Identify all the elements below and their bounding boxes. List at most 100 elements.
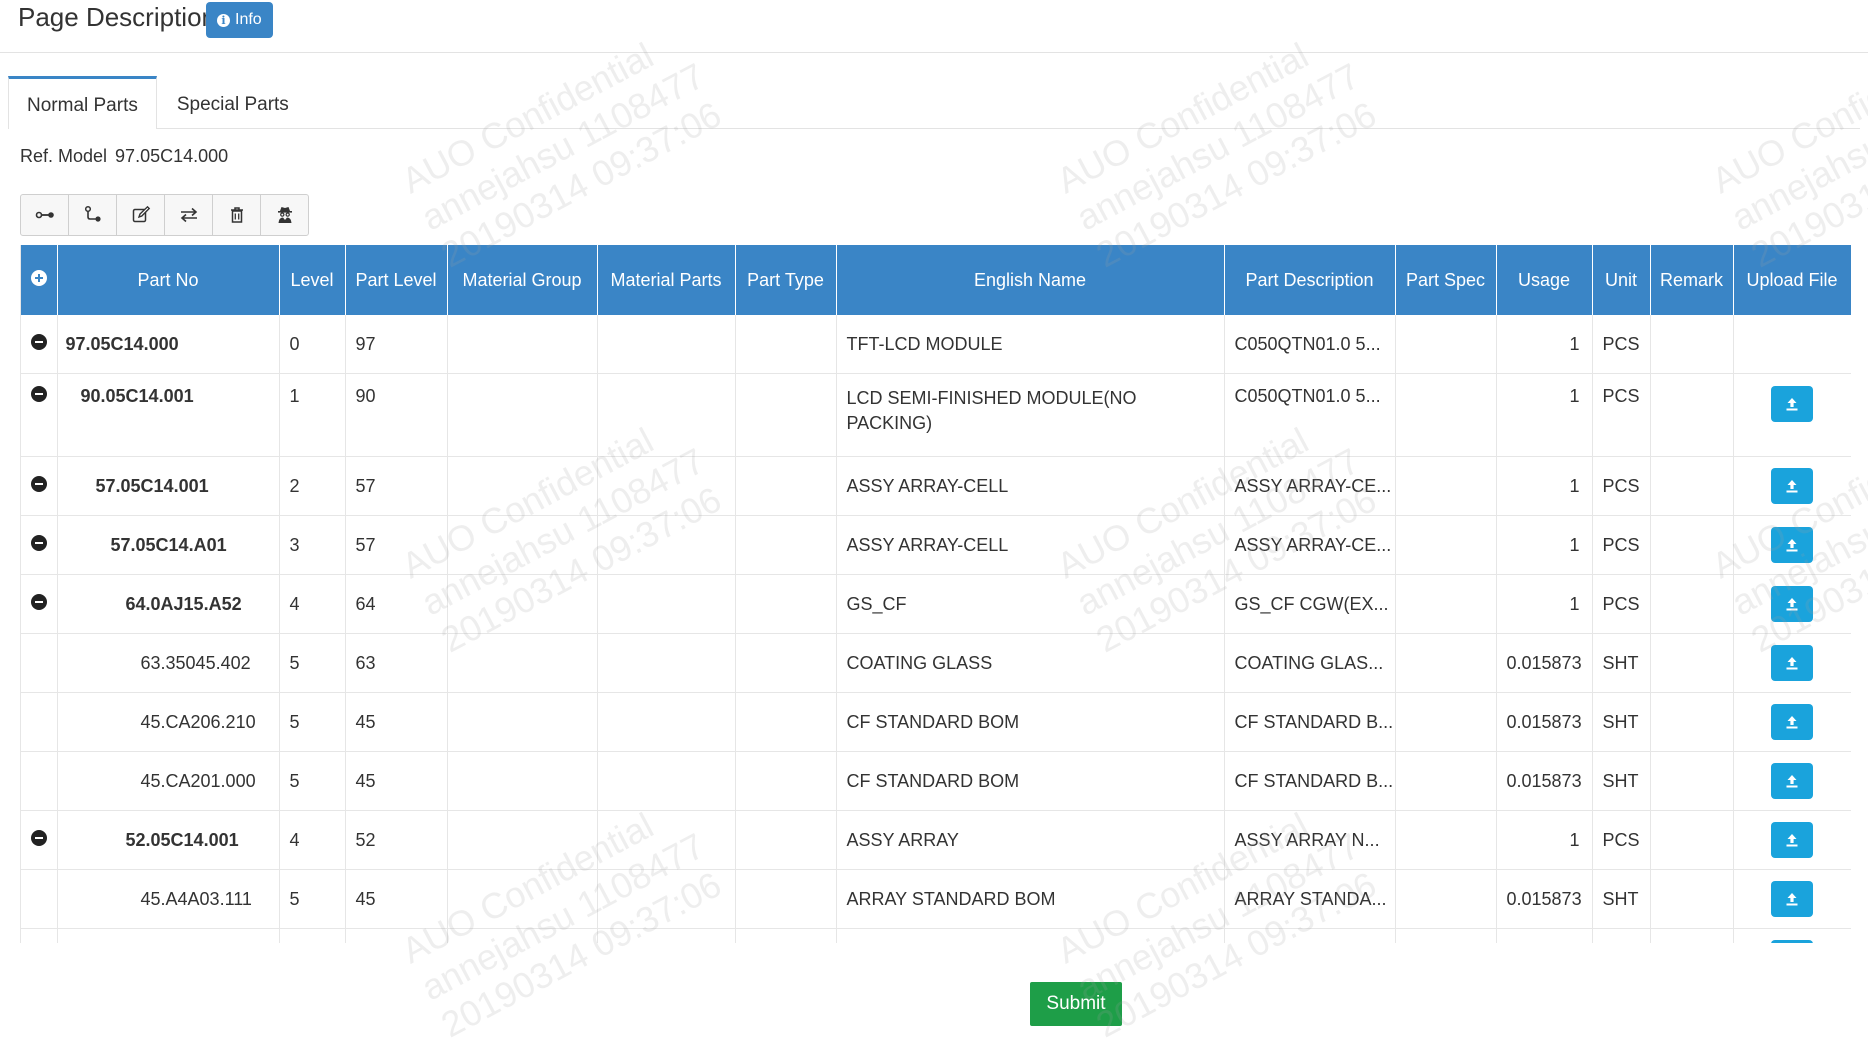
- table-row[interactable]: 54.20024.521254 FPC ASSEMBLYFPC ASSEMBLY.…: [21, 928, 1851, 943]
- row-toggle-cell[interactable]: [21, 373, 58, 457]
- plus-circle-icon[interactable]: [30, 270, 47, 286]
- info-button[interactable]: i Info: [206, 2, 273, 38]
- upload-icon: [1786, 834, 1798, 847]
- table-row[interactable]: 45.CA206.210 5 45 CF STANDARD BOM CF STANDAR…: [21, 692, 1851, 752]
- usage-cell: 1: [1496, 456, 1593, 516]
- upload-file-cell: [1733, 692, 1851, 752]
- table-row[interactable]: 45.CA201.000 5 45 CF STANDARD BOM CF STANDAR…: [21, 751, 1851, 811]
- parts-table-container[interactable]: Part No Level Part Level Material Group …: [20, 245, 1851, 943]
- upload-button[interactable]: [1771, 940, 1813, 943]
- tab-special-parts[interactable]: Special Parts: [157, 76, 309, 128]
- branch-button[interactable]: [69, 195, 117, 235]
- part-level-cell: 52: [345, 810, 448, 870]
- collapse-minus-icon[interactable]: [30, 593, 47, 610]
- english-name-cell: COATING GLASS: [836, 633, 1225, 693]
- remark-cell: [1650, 574, 1734, 634]
- collapse-minus-icon[interactable]: [30, 386, 47, 402]
- upload-button[interactable]: [1771, 386, 1813, 422]
- part-type-cell: [735, 751, 837, 811]
- remark-cell: [1650, 869, 1734, 929]
- col-header-part-type: Part Type: [735, 245, 837, 315]
- row-toggle-cell[interactable]: [21, 456, 58, 516]
- usage-cell: 1: [1496, 810, 1593, 870]
- row-toggle-cell[interactable]: [21, 810, 58, 870]
- delete-button[interactable]: [213, 195, 261, 235]
- english-name-cell: ASSY ARRAY-CELL: [836, 515, 1225, 575]
- table-row[interactable]: 64.0AJ15.A52 4 64 GS_CF GS_CF CGW(EX... 1 PCS: [21, 574, 1851, 634]
- upload-icon: [1786, 598, 1798, 611]
- part-level-cell: 63: [345, 633, 448, 693]
- expand-all-header[interactable]: [21, 245, 58, 315]
- col-header-part-spec: Part Spec: [1395, 245, 1497, 315]
- upload-icon: [1786, 716, 1798, 729]
- collapse-minus-icon[interactable]: [30, 829, 47, 846]
- swap-button[interactable]: [165, 195, 213, 235]
- part-description-cell: ASSY ARRAY-CE...: [1224, 456, 1396, 516]
- unit-cell: PCS: [1592, 315, 1651, 374]
- collapse-minus-icon[interactable]: [30, 475, 47, 492]
- collapse-minus-icon[interactable]: [30, 534, 47, 551]
- table-row[interactable]: 97.05C14.000 0 97 TFT-LCD MODULE C050QTN01.0…: [21, 315, 1851, 374]
- upload-file-cell: [1733, 751, 1851, 811]
- table-row[interactable]: 45.A4A03.111 5 45 ARRAY STANDARD BOM ARRAY S…: [21, 869, 1851, 929]
- ref-model-value: 97.05C14.000: [115, 146, 229, 166]
- upload-button[interactable]: [1771, 881, 1813, 917]
- table-row[interactable]: 90.05C14.001 1 90 LCD SEMI-FINISHED MODULE(…: [21, 373, 1851, 457]
- upload-button[interactable]: [1771, 586, 1813, 622]
- level-cell: 5: [279, 751, 346, 811]
- part-no-cell: 45.CA206.210: [57, 692, 280, 752]
- part-level-cell: 57: [345, 456, 448, 516]
- unit-cell: PCS: [1592, 574, 1651, 634]
- table-header-row: Part No Level Part Level Material Group …: [21, 245, 1851, 315]
- material-parts-cell: [597, 751, 736, 811]
- english-name-cell: GS_CF: [836, 574, 1225, 634]
- part-no-cell: 63.35045.402: [57, 633, 280, 693]
- upload-file-cell: [1733, 515, 1851, 575]
- upload-button[interactable]: [1771, 527, 1813, 563]
- edit-button[interactable]: [117, 195, 165, 235]
- table-row[interactable]: 52.05C14.001 4 52 ASSY ARRAY ASSY ARRAY N...…: [21, 810, 1851, 870]
- english-name-cell: ARRAY STANDARD BOM: [836, 869, 1225, 929]
- table-row[interactable]: 63.35045.402 5 63 COATING GLASS COATING GLAS…: [21, 633, 1851, 693]
- parts-table: Part No Level Part Level Material Group …: [21, 245, 1851, 943]
- english-name-cell: ASSY ARRAY-CELL: [836, 456, 1225, 516]
- upload-button[interactable]: [1771, 468, 1813, 504]
- part-spec-cell: [1395, 692, 1497, 752]
- link-button[interactable]: [21, 195, 69, 235]
- level-cell: 0: [279, 315, 346, 374]
- user-secret-button[interactable]: [261, 195, 308, 235]
- material-parts-cell: [597, 810, 736, 870]
- table-row[interactable]: 57.05C14.A01 3 57 ASSY ARRAY-CELL ASSY ARRAY…: [21, 515, 1851, 575]
- part-type-cell: [735, 692, 837, 752]
- part-spec-cell: [1395, 633, 1497, 693]
- part-spec-cell: [1395, 315, 1497, 374]
- part-level-cell: 45: [345, 751, 448, 811]
- table-body: 97.05C14.000 0 97 TFT-LCD MODULE C050QTN01.0…: [21, 315, 1851, 943]
- part-type-cell: [735, 928, 837, 943]
- row-toggle-cell[interactable]: [21, 315, 58, 374]
- part-no-cell: 54.20024.521: [57, 928, 280, 943]
- upload-button[interactable]: [1771, 763, 1813, 799]
- material-group-cell: [447, 633, 598, 693]
- tab-normal-parts[interactable]: Normal Parts: [8, 76, 157, 129]
- level-cell: 5: [279, 633, 346, 693]
- material-parts-cell: [597, 373, 736, 457]
- collapse-minus-icon[interactable]: [30, 333, 47, 350]
- part-spec-cell: [1395, 456, 1497, 516]
- material-group-cell: [447, 515, 598, 575]
- part-no-cell: 45.A4A03.111: [57, 869, 280, 929]
- material-parts-cell: [597, 515, 736, 575]
- part-spec-cell: [1395, 810, 1497, 870]
- row-toggle-cell[interactable]: [21, 574, 58, 634]
- unit-cell: SHT: [1592, 692, 1651, 752]
- row-toggle-cell[interactable]: [21, 515, 58, 575]
- part-description-cell: COATING GLAS...: [1224, 633, 1396, 693]
- upload-button[interactable]: [1771, 822, 1813, 858]
- table-row[interactable]: 57.05C14.001 2 57 ASSY ARRAY-CELL ASSY ARRAY…: [21, 456, 1851, 516]
- part-type-cell: [735, 515, 837, 575]
- part-spec-cell: [1395, 373, 1497, 457]
- english-name-cell: FPC ASSEMBLY: [836, 928, 1225, 943]
- submit-button[interactable]: Submit: [1030, 982, 1122, 1026]
- upload-button[interactable]: [1771, 645, 1813, 681]
- upload-button[interactable]: [1771, 704, 1813, 740]
